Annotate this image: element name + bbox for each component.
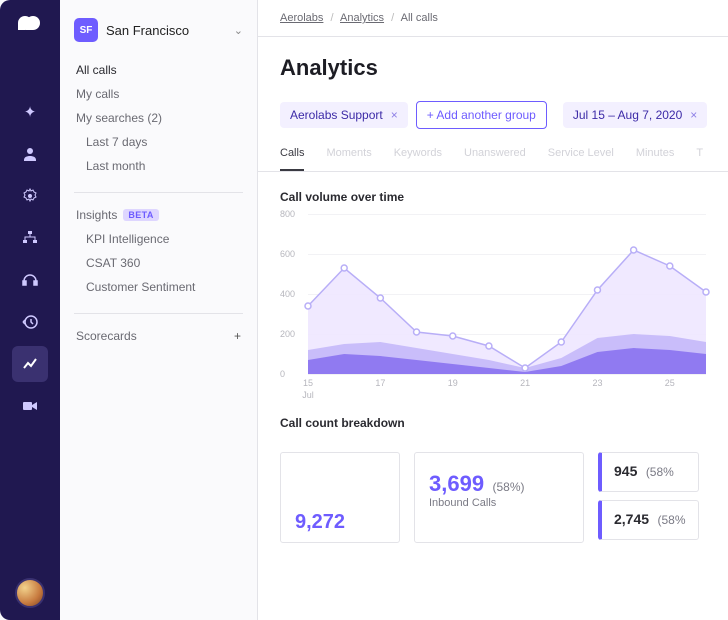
chart-title: Call volume over time xyxy=(280,190,706,204)
workspace-name: San Francisco xyxy=(106,23,189,38)
breakdown-label: Inbound Calls xyxy=(429,497,569,509)
sidebar-item-label: Insights xyxy=(76,208,117,222)
breakdown-card-a[interactable]: 945 (58% xyxy=(598,452,699,492)
workspace-switcher[interactable]: SF San Francisco ⌄ xyxy=(60,0,257,54)
breakdown-card-inbound[interactable]: 3,699 (58%) Inbound Calls xyxy=(414,452,584,543)
sidebar-item-my-searches[interactable]: My searches (2) xyxy=(60,106,257,130)
breakdown-card-b[interactable]: 2,745 (58% xyxy=(598,500,699,540)
add-group-button[interactable]: + Add another group xyxy=(416,101,547,129)
breadcrumb-root[interactable]: Aerolabs xyxy=(280,12,323,24)
sidebar-item-last-month[interactable]: Last month xyxy=(60,154,257,178)
sidebar-item-csat[interactable]: CSAT 360 xyxy=(60,251,257,275)
filter-chip-daterange[interactable]: Jul 15 – Aug 7, 2020 × xyxy=(563,102,707,128)
breakdown-card-total[interactable]: 9,272 xyxy=(280,452,400,543)
breakdown-value: 9,272 xyxy=(295,511,385,534)
breadcrumb-current: All calls xyxy=(401,12,438,24)
tab-service-level[interactable]: Service Level xyxy=(548,147,614,171)
nav-history-icon[interactable] xyxy=(12,304,48,340)
workspace-chip: SF xyxy=(74,18,98,42)
nav-video-icon[interactable] xyxy=(12,388,48,424)
tab-minutes[interactable]: Minutes xyxy=(636,147,675,171)
sidebar-item-sentiment[interactable]: Customer Sentiment xyxy=(60,275,257,299)
sidebar-item-my-calls[interactable]: My calls xyxy=(60,82,257,106)
tab-keywords[interactable]: Keywords xyxy=(394,147,442,171)
breadcrumb: Aerolabs / Analytics / All calls xyxy=(258,0,728,37)
tab-more[interactable]: T xyxy=(696,147,703,171)
nav-headset-icon[interactable] xyxy=(12,262,48,298)
beta-badge: BETA xyxy=(123,209,158,221)
sidebar-item-last-7-days[interactable]: Last 7 days xyxy=(60,130,257,154)
plus-icon[interactable]: + xyxy=(234,329,241,343)
breakdown-pct: (58% xyxy=(658,513,686,527)
close-icon[interactable]: × xyxy=(391,108,398,122)
sidebar-item-scorecards[interactable]: Scorecards + xyxy=(60,324,257,348)
page-title: Analytics xyxy=(280,55,706,81)
nav-sparkle-icon[interactable]: ✦ xyxy=(12,94,48,130)
filter-chip-label: Aerolabs Support xyxy=(290,108,383,122)
breakdown-value: 3,699 xyxy=(429,471,484,496)
divider xyxy=(74,192,243,193)
nav-settings-icon[interactable] xyxy=(12,178,48,214)
breadcrumb-sep: / xyxy=(330,12,333,24)
sidebar-item-all-calls[interactable]: All calls xyxy=(60,58,257,82)
nav-rail: ✦ xyxy=(0,0,60,620)
tab-moments[interactable]: Moments xyxy=(326,147,371,171)
breadcrumb-section[interactable]: Analytics xyxy=(340,12,384,24)
nav-org-icon[interactable] xyxy=(12,220,48,256)
tab-calls[interactable]: Calls xyxy=(280,147,304,171)
close-icon[interactable]: × xyxy=(690,108,697,122)
content: Aerolabs / Analytics / All calls Analyti… xyxy=(258,0,728,620)
tab-unanswered[interactable]: Unanswered xyxy=(464,147,526,171)
nav-analytics-icon[interactable] xyxy=(12,346,48,382)
sidebar: SF San Francisco ⌄ All calls My calls My… xyxy=(60,0,258,620)
tabs: Calls Moments Keywords Unanswered Servic… xyxy=(258,129,728,172)
sidebar-item-insights[interactable]: Insights BETA xyxy=(60,203,257,227)
sidebar-item-label: Scorecards xyxy=(76,329,137,343)
breakdown-value: 2,745 xyxy=(614,511,649,527)
chevron-down-icon: ⌄ xyxy=(234,24,243,37)
chart-call-volume: 0200400600800151719212325Jul xyxy=(280,214,706,404)
breakdown-title: Call count breakdown xyxy=(280,416,706,430)
filter-row: Aerolabs Support × + Add another group J… xyxy=(258,101,728,129)
breakdown-value: 945 xyxy=(614,463,637,479)
filter-chip-group[interactable]: Aerolabs Support × xyxy=(280,102,408,128)
divider xyxy=(74,313,243,314)
sidebar-item-kpi[interactable]: KPI Intelligence xyxy=(60,227,257,251)
nav-contacts-icon[interactable] xyxy=(12,136,48,172)
breakdown-pct: (58% xyxy=(646,465,674,479)
breakdown-pct: (58%) xyxy=(493,480,525,494)
breadcrumb-sep: / xyxy=(391,12,394,24)
avatar[interactable] xyxy=(15,578,45,608)
filter-chip-label: Jul 15 – Aug 7, 2020 xyxy=(573,108,682,122)
app-logo-icon xyxy=(18,14,42,34)
breakdown-row: 9,272 3,699 (58%) Inbound Calls 945 (58%… xyxy=(258,448,728,543)
